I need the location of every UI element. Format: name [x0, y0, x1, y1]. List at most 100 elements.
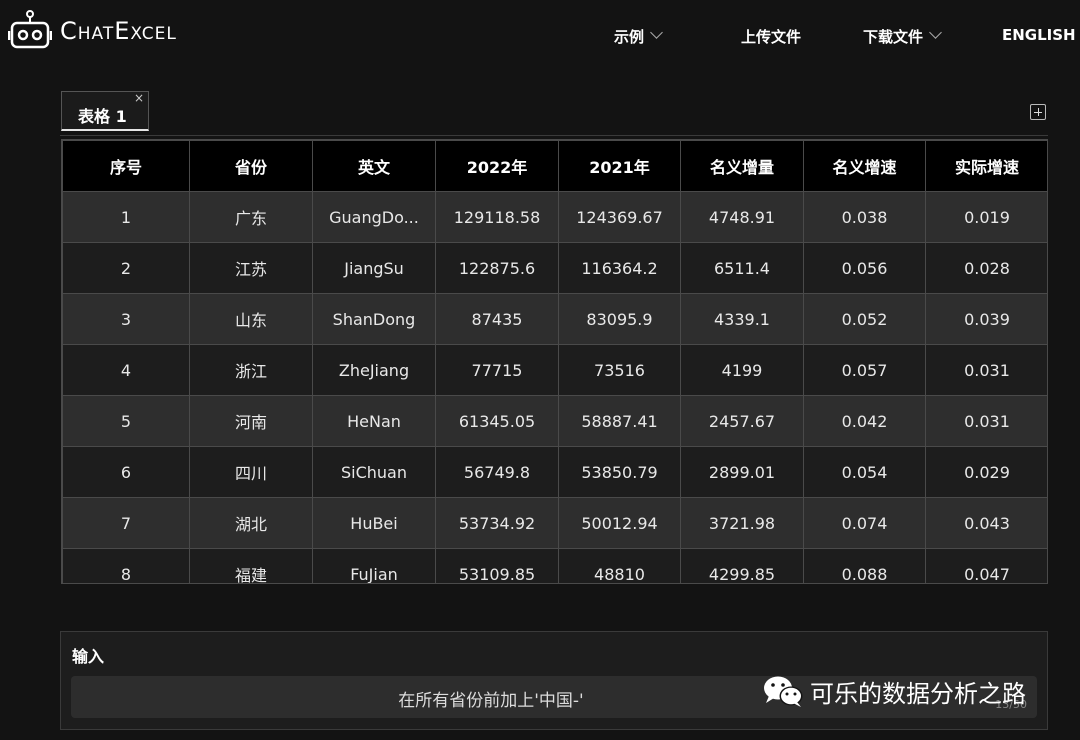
- table-cell[interactable]: 2457.67: [680, 395, 804, 447]
- nav-upload-label: 上传文件: [741, 28, 802, 46]
- table-cell[interactable]: 4: [62, 344, 190, 396]
- table-cell[interactable]: 0.019: [925, 191, 1047, 243]
- table-cell[interactable]: 53850.79: [558, 446, 681, 498]
- table-row[interactable]: 2 江苏 JiangSu 122875.6 116364.2 6511.4 0.056 0.0…: [62, 242, 1047, 294]
- table-cell[interactable]: 0.028: [925, 242, 1047, 294]
- table-cell[interactable]: 53734.92: [435, 497, 559, 549]
- table-cell[interactable]: 0.056: [803, 242, 926, 294]
- table-cell[interactable]: 83095.9: [558, 293, 681, 345]
- table-cell[interactable]: 0.052: [803, 293, 926, 345]
- table-cell[interactable]: 87435: [435, 293, 559, 345]
- table-cell[interactable]: GuangDo...: [312, 191, 436, 243]
- table-row[interactable]: 5 河南 HeNan 61345.05 58887.41 2457.67 0.042 0.03…: [62, 395, 1047, 447]
- table-cell[interactable]: 0.029: [925, 446, 1047, 498]
- table-cell[interactable]: 0.088: [803, 548, 926, 583]
- nav-download[interactable]: 下载文件: [863, 26, 942, 47]
- table-cell[interactable]: 江苏: [189, 242, 313, 294]
- table-cell[interactable]: 2: [62, 242, 190, 294]
- table-cell[interactable]: 浙江: [189, 344, 313, 396]
- table-cell[interactable]: 山东: [189, 293, 313, 345]
- table-cell[interactable]: 0.043: [925, 497, 1047, 549]
- watermark: 可乐的数据分析之路: [762, 673, 1026, 709]
- column-header[interactable]: 2022年: [435, 140, 559, 192]
- table-cell[interactable]: 河南: [189, 395, 313, 447]
- table-cell[interactable]: 5: [62, 395, 190, 447]
- table-row[interactable]: 7 湖北 HuBei 53734.92 50012.94 3721.98 0.074 0.04…: [62, 497, 1047, 549]
- table-cell[interactable]: FuJian: [312, 548, 436, 583]
- column-header[interactable]: 名义增量: [680, 140, 804, 192]
- sheet-tab-strip: 表格 1 ×: [60, 89, 1048, 136]
- table-cell[interactable]: 77715: [435, 344, 559, 396]
- table-cell[interactable]: 116364.2: [558, 242, 681, 294]
- table-cell[interactable]: 0.038: [803, 191, 926, 243]
- app-logo[interactable]: ChatExcel: [8, 10, 177, 52]
- nav-examples[interactable]: 示例: [614, 26, 663, 47]
- table-cell[interactable]: 53109.85: [435, 548, 559, 583]
- table-cell[interactable]: 3: [62, 293, 190, 345]
- table-cell[interactable]: ShanDong: [312, 293, 436, 345]
- nav-upload[interactable]: 上传文件: [741, 26, 801, 47]
- table-cell[interactable]: 0.074: [803, 497, 926, 549]
- table-cell[interactable]: SiChuan: [312, 446, 436, 498]
- table-cell[interactable]: 4199: [680, 344, 804, 396]
- close-icon[interactable]: ×: [134, 91, 144, 105]
- table-cell[interactable]: 122875.6: [435, 242, 559, 294]
- table-cell[interactable]: 湖北: [189, 497, 313, 549]
- table-cell[interactable]: 3721.98: [680, 497, 804, 549]
- table-cell[interactable]: 0.042: [803, 395, 926, 447]
- chevron-down-icon: [929, 26, 942, 39]
- table-cell[interactable]: 2899.01: [680, 446, 804, 498]
- table-cell[interactable]: 广东: [189, 191, 313, 243]
- nav-language[interactable]: ENGLISH: [1002, 26, 1076, 44]
- table-row[interactable]: 6 四川 SiChuan 56749.8 53850.79 2899.01 0.054 0.0…: [62, 446, 1047, 498]
- table-cell[interactable]: 0.031: [925, 344, 1047, 396]
- column-header[interactable]: 英文: [312, 140, 436, 192]
- table-cell[interactable]: 124369.67: [558, 191, 681, 243]
- column-header[interactable]: 省份: [189, 140, 313, 192]
- table-cell[interactable]: 4748.91: [680, 191, 804, 243]
- table-cell[interactable]: 129118.58: [435, 191, 559, 243]
- table-row[interactable]: 8 福建 FuJian 53109.85 48810 4299.85 0.088 0.047: [62, 548, 1047, 583]
- table-cell[interactable]: 0.054: [803, 446, 926, 498]
- tab-label: 表格 1: [78, 107, 127, 126]
- table-cell[interactable]: 56749.8: [435, 446, 559, 498]
- table-cell[interactable]: HuBei: [312, 497, 436, 549]
- table-cell[interactable]: 50012.94: [558, 497, 681, 549]
- column-header[interactable]: 2021年: [558, 140, 681, 192]
- nav-download-label: 下载文件: [863, 28, 924, 46]
- table-cell[interactable]: 48810: [558, 548, 681, 583]
- robot-icon: [8, 10, 52, 49]
- table-cell[interactable]: 4299.85: [680, 548, 804, 583]
- table-row[interactable]: 3 山东 ShanDong 87435 83095.9 4339.1 0.052 0.039: [62, 293, 1047, 345]
- nav-examples-label: 示例: [614, 28, 645, 46]
- table-cell[interactable]: 0.057: [803, 344, 926, 396]
- table-cell[interactable]: 福建: [189, 548, 313, 583]
- table-cell[interactable]: 58887.41: [558, 395, 681, 447]
- column-header[interactable]: 序号: [62, 140, 190, 192]
- table-cell[interactable]: 73516: [558, 344, 681, 396]
- table-cell[interactable]: 0.031: [925, 395, 1047, 447]
- table-cell[interactable]: ZheJiang: [312, 344, 436, 396]
- column-header[interactable]: 实际增速: [925, 140, 1047, 192]
- watermark-text: 可乐的数据分析之路: [810, 679, 1026, 708]
- table-row[interactable]: 4 浙江 ZheJiang 77715 73516 4199 0.057 0.031: [62, 344, 1047, 396]
- table-cell[interactable]: 8: [62, 548, 190, 583]
- table-cell[interactable]: 6511.4: [680, 242, 804, 294]
- table-cell[interactable]: 7: [62, 497, 190, 549]
- table-cell[interactable]: 0.039: [925, 293, 1047, 345]
- add-tab-icon[interactable]: [1030, 104, 1046, 120]
- table-cell[interactable]: 1: [62, 191, 190, 243]
- tab-sheet-1[interactable]: 表格 1 ×: [61, 91, 149, 131]
- top-bar: ChatExcel 示例 上传文件 下载文件 ENGLISH: [0, 0, 1080, 75]
- table-cell[interactable]: 0.047: [925, 548, 1047, 583]
- table-cell[interactable]: 61345.05: [435, 395, 559, 447]
- table-cell[interactable]: 四川: [189, 446, 313, 498]
- chevron-down-icon: [650, 26, 663, 39]
- table-cell[interactable]: 4339.1: [680, 293, 804, 345]
- table-row[interactable]: 1 广东 GuangDo... 129118.58 124369.67 4748.91 0.…: [62, 191, 1047, 243]
- column-header[interactable]: 名义增速: [803, 140, 926, 192]
- table-cell[interactable]: 6: [62, 446, 190, 498]
- table-cell[interactable]: JiangSu: [312, 242, 436, 294]
- table-cell[interactable]: HeNan: [312, 395, 436, 447]
- nav-language-label: ENGLISH: [1002, 26, 1076, 44]
